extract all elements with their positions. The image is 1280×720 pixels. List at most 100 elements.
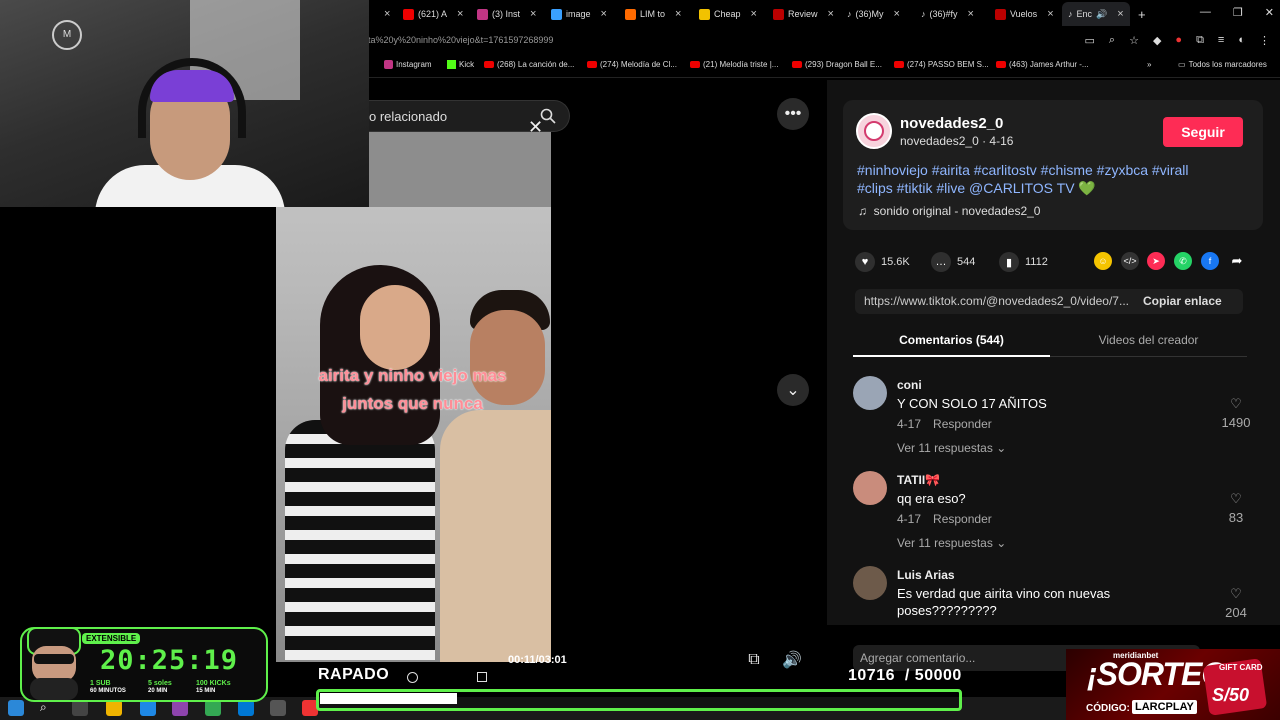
puzzle-icon[interactable]: ⧉: [1196, 34, 1204, 47]
browser-tab[interactable]: Vuelos ×: [995, 4, 1054, 24]
bookmark[interactable]: (463) James Arthur -...: [996, 60, 1089, 69]
more-options-button[interactable]: •••: [777, 98, 809, 130]
music-info[interactable]: ♫ sonido original - novedades2_0: [858, 204, 1040, 218]
browser-tab[interactable]: (621) A ×: [403, 4, 463, 24]
share-icon[interactable]: ➦: [1228, 252, 1246, 270]
bookmark[interactable]: Kick: [447, 60, 474, 69]
timer-value: 20:25:19: [100, 645, 239, 676]
close-icon[interactable]: ×: [751, 8, 757, 20]
close-icon[interactable]: ×: [530, 8, 536, 20]
volume-button[interactable]: 🔊: [776, 644, 808, 676]
bookmark-label: Kick: [459, 60, 475, 69]
whatsapp-icon[interactable]: ✆: [1174, 252, 1192, 270]
hello-kitty-icon: [864, 121, 884, 141]
close-icon[interactable]: ×: [457, 8, 463, 20]
copy-link-button[interactable]: Copiar enlace: [1143, 294, 1222, 308]
comment-like-count: 1490: [1221, 415, 1251, 430]
browser-tab[interactable]: ♪ (36)#fy ×: [921, 4, 974, 24]
video-description[interactable]: #ninhoviejo #airita #carlitostv #chisme …: [857, 161, 1227, 197]
close-icon[interactable]: ×: [968, 8, 974, 20]
facebook-icon[interactable]: f: [1201, 252, 1219, 270]
menu-icon[interactable]: ⋮: [1259, 34, 1270, 47]
browser-tab[interactable]: image ×: [551, 4, 607, 24]
author-name[interactable]: novedades2_0: [900, 115, 1003, 132]
browser-tab-active[interactable]: ♪ Enc 🔊 ×: [1062, 2, 1130, 26]
bookmark[interactable]: (274) Melodía de Cl...: [587, 60, 677, 69]
tab-creator-videos[interactable]: Videos del creador: [1050, 333, 1247, 347]
app-icon[interactable]: [172, 700, 188, 716]
video-link[interactable]: https://www.tiktok.com/@novedades2_0/vid…: [864, 294, 1129, 308]
close-icon[interactable]: ×: [894, 8, 900, 20]
windows-icon[interactable]: [8, 700, 24, 716]
comment-username[interactable]: TATII🎀: [897, 473, 940, 487]
browser-tab[interactable]: (3) Inst ×: [477, 4, 536, 24]
share-friends-icon[interactable]: ☺: [1094, 252, 1112, 270]
url-field[interactable]: ita%20y%20ninho%20viejo&t=1761597268999: [366, 35, 553, 45]
shield-icon[interactable]: ●: [1175, 34, 1182, 47]
timer-label: EXTENSIBLE: [82, 633, 141, 644]
bookmark[interactable]: Instagram: [384, 60, 432, 69]
profile-icon[interactable]: ◐: [1238, 34, 1245, 47]
file-explorer-icon[interactable]: [106, 700, 122, 716]
reply-button[interactable]: Responder: [933, 512, 992, 526]
app-icon[interactable]: [270, 700, 286, 716]
close-window-icon[interactable]: ✕: [1265, 6, 1274, 19]
avatar[interactable]: [853, 566, 887, 600]
search-input[interactable]: o relacionado: [369, 109, 447, 124]
zoom-icon[interactable]: ⌕: [1109, 34, 1115, 47]
send-icon[interactable]: ➤: [1147, 252, 1165, 270]
bookmark[interactable]: (268) La canción de...: [484, 60, 574, 69]
task-view-icon[interactable]: [72, 700, 88, 716]
more-bookmarks-icon[interactable]: »: [1147, 60, 1151, 69]
close-icon[interactable]: ×: [1117, 8, 1123, 20]
next-video-button[interactable]: ⌄: [777, 374, 809, 406]
extension-icon[interactable]: ◆: [1153, 34, 1161, 47]
heart-outline-icon[interactable]: ♡: [1221, 396, 1251, 412]
comment-button[interactable]: … 544: [931, 252, 975, 272]
bookmark[interactable]: (293) Dragon Ball E...: [792, 60, 882, 69]
restore-icon[interactable]: ❐: [1233, 6, 1243, 19]
bookmark[interactable]: (274) PASSO BEM S...: [894, 60, 989, 69]
close-icon[interactable]: ×: [828, 8, 834, 20]
pip-icon: ⧉: [748, 651, 760, 668]
star-icon[interactable]: ☆: [1129, 34, 1139, 47]
comment-username[interactable]: Luis Arias: [897, 568, 955, 582]
new-tab-button[interactable]: +: [1138, 4, 1146, 24]
edge-icon[interactable]: [140, 700, 156, 716]
save-button[interactable]: ▮ 1112: [999, 252, 1048, 272]
bookmark-folder[interactable]: ▭ Todos los marcadores: [1178, 60, 1267, 69]
outlook-icon[interactable]: [238, 700, 254, 716]
avatar[interactable]: [853, 376, 887, 410]
like-button[interactable]: ♥ 15.6K: [855, 252, 910, 272]
close-icon[interactable]: ×: [1047, 8, 1053, 20]
tab-youtube[interactable]: ×: [378, 4, 390, 24]
heart-outline-icon[interactable]: ♡: [1221, 586, 1251, 602]
embed-icon[interactable]: </>: [1121, 252, 1139, 270]
close-icon[interactable]: ×: [675, 8, 681, 20]
media-icon[interactable]: ≡: [1218, 34, 1224, 47]
close-icon[interactable]: ×: [601, 8, 607, 20]
bookmark[interactable]: (21) Melodía triste |...: [690, 60, 778, 69]
chrome-icon[interactable]: [205, 700, 221, 716]
comment-meta: 4-17 Responder: [897, 512, 1004, 526]
bookmark-label: Instagram: [396, 60, 432, 69]
follow-button[interactable]: Seguir: [1163, 117, 1243, 147]
browser-tab[interactable]: Review ×: [773, 4, 834, 24]
avatar[interactable]: [853, 471, 887, 505]
browser-tab[interactable]: Cheap ×: [699, 4, 757, 24]
minimize-icon[interactable]: —: [1200, 6, 1211, 19]
close-icon[interactable]: ×: [384, 8, 390, 20]
comment-placeholder[interactable]: Agregar comentario...: [860, 651, 975, 665]
browser-tab[interactable]: LIM to ×: [625, 4, 681, 24]
view-replies-button[interactable]: Ver 11 respuestas ⌄: [897, 441, 1006, 455]
close-icon[interactable]: ✕: [528, 117, 543, 138]
heart-outline-icon[interactable]: ♡: [1221, 491, 1251, 507]
view-replies-button[interactable]: Ver 11 respuestas ⌄: [897, 536, 1006, 550]
tab-comments[interactable]: Comentarios (544): [853, 333, 1050, 347]
pip-button[interactable]: ⧉: [738, 644, 770, 676]
reply-button[interactable]: Responder: [933, 417, 992, 431]
comment-username[interactable]: coni: [897, 378, 922, 392]
search-icon[interactable]: ⌕: [40, 700, 56, 716]
browser-tab[interactable]: ♪ (36)My ×: [847, 4, 900, 24]
cast-icon[interactable]: ▭: [1084, 34, 1094, 47]
